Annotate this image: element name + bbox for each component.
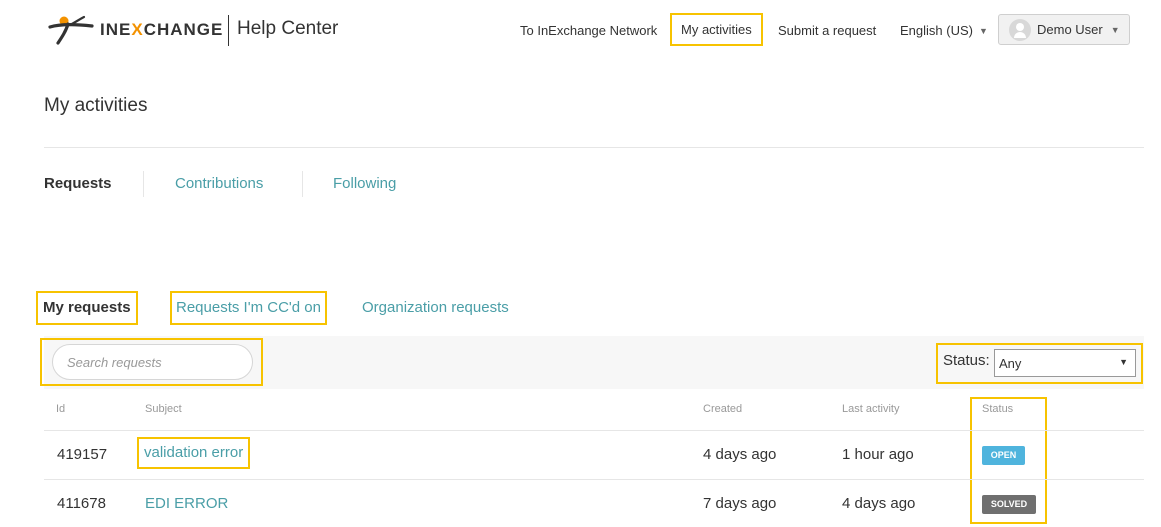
caret-down-icon: ▼ bbox=[1119, 357, 1128, 367]
caret-down-icon: ▼ bbox=[978, 25, 988, 36]
tab-requests[interactable]: Requests bbox=[44, 175, 112, 192]
nav-link-inexchange-network[interactable]: To InExchange Network bbox=[520, 15, 657, 46]
avatar-icon bbox=[1009, 18, 1031, 41]
request-last-activity: 1 hour ago bbox=[842, 446, 914, 463]
request-id: 411678 bbox=[57, 495, 106, 512]
subtab-organization-requests[interactable]: Organization requests bbox=[362, 293, 509, 323]
title-divider bbox=[44, 147, 1144, 148]
column-header-id[interactable]: Id bbox=[56, 403, 65, 415]
header-divider bbox=[228, 15, 229, 46]
status-badge-solved: SOLVED bbox=[982, 495, 1036, 514]
language-label: English (US) bbox=[900, 23, 973, 38]
column-header-created[interactable]: Created bbox=[703, 403, 742, 415]
status-filter-select[interactable]: Any ▼ bbox=[994, 349, 1136, 377]
status-filter-label: Status: bbox=[943, 352, 990, 369]
subtab-requests-cc[interactable]: Requests I'm CC'd on bbox=[170, 291, 327, 325]
tab-following[interactable]: Following bbox=[333, 175, 396, 192]
column-header-last-activity[interactable]: Last activity bbox=[842, 403, 899, 415]
request-created: 7 days ago bbox=[703, 495, 777, 512]
request-subject-link[interactable]: validation error bbox=[136, 437, 251, 469]
subtab-my-requests[interactable]: My requests bbox=[36, 291, 138, 325]
request-id: 419157 bbox=[57, 446, 108, 463]
tab-separator bbox=[143, 171, 144, 197]
row-divider bbox=[44, 430, 1144, 431]
column-header-subject[interactable]: Subject bbox=[145, 403, 182, 415]
nav-link-submit-request[interactable]: Submit a request bbox=[778, 15, 876, 46]
status-badge-open: OPEN bbox=[982, 446, 1025, 465]
tab-separator bbox=[302, 171, 303, 197]
user-menu-button[interactable]: Demo User ▼ bbox=[998, 14, 1130, 45]
tab-contributions[interactable]: Contributions bbox=[175, 175, 263, 192]
brand-wordmark: INEXCHANGE bbox=[100, 20, 224, 39]
user-name: Demo User bbox=[1037, 22, 1103, 37]
status-filter-value: Any bbox=[999, 355, 1022, 371]
row-divider bbox=[44, 479, 1144, 480]
inexchange-logo[interactable]: INEXCHANGE bbox=[48, 14, 223, 46]
inexchange-logo-icon bbox=[48, 15, 94, 45]
request-subject-link[interactable]: EDI ERROR bbox=[145, 495, 228, 512]
help-center-title[interactable]: Help Center bbox=[237, 18, 338, 40]
request-created: 4 days ago bbox=[703, 446, 777, 463]
request-last-activity: 4 days ago bbox=[842, 495, 916, 512]
caret-down-icon: ▼ bbox=[1110, 24, 1120, 35]
search-input[interactable] bbox=[52, 344, 253, 380]
language-selector[interactable]: English (US) ▼ bbox=[900, 15, 988, 46]
nav-link-my-activities[interactable]: My activities bbox=[670, 13, 763, 46]
page-title: My activities bbox=[44, 95, 148, 116]
